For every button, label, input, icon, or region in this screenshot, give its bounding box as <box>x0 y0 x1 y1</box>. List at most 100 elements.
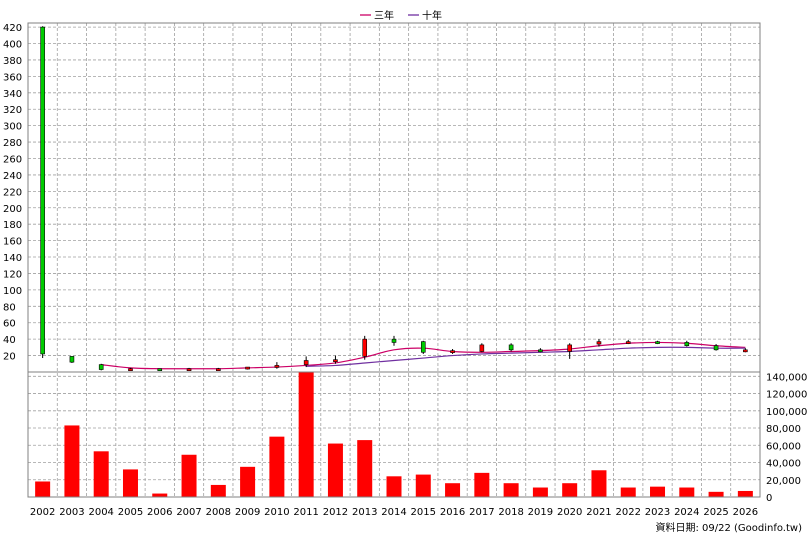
candle-body <box>274 365 280 368</box>
year-tick-label: 2021 <box>586 507 611 518</box>
volume-bar <box>737 490 753 497</box>
candle-body <box>128 368 133 372</box>
volume-bar <box>35 481 51 497</box>
year-tick-label: 2026 <box>733 507 758 518</box>
volume-bar <box>122 469 138 497</box>
price-tick-label: 60 <box>3 319 16 330</box>
candle-body <box>333 359 338 362</box>
price-tick-label: 180 <box>3 220 22 231</box>
volume-bar <box>210 484 226 497</box>
price-tick-label: 240 <box>3 171 22 182</box>
volume-bar <box>503 483 519 497</box>
price-tick-label: 140 <box>3 253 22 264</box>
year-tick-label: 2012 <box>323 507 348 518</box>
volume-tick-label: 120,000 <box>766 390 807 401</box>
year-tick-label: 2008 <box>206 507 231 518</box>
legend: 三年 十年 <box>360 9 442 22</box>
candle-body <box>362 338 368 357</box>
price-tick-label: 40 <box>3 335 16 346</box>
price-tick-label: 420 <box>3 23 22 34</box>
year-tick-label: 2014 <box>381 507 406 518</box>
volume-bar <box>240 466 256 497</box>
year-tick-label: 2024 <box>674 507 699 518</box>
price-tick-label: 20 <box>3 352 16 363</box>
year-tick-label: 2020 <box>557 507 582 518</box>
price-tick-label: 260 <box>3 154 22 165</box>
year-tick-label: 2010 <box>264 507 289 518</box>
volume-bar <box>298 372 314 497</box>
candle-body <box>186 368 192 372</box>
year-tick-label: 2022 <box>616 507 641 518</box>
candle-body <box>684 342 690 347</box>
volume-bar <box>532 487 548 497</box>
candle-body <box>69 356 75 363</box>
candle-body <box>157 368 163 372</box>
candle-body <box>743 349 748 353</box>
volume-bar <box>591 470 607 497</box>
volume-tick-label: 140,000 <box>766 372 807 383</box>
price-tick-label: 220 <box>3 187 22 198</box>
stock-chart: 三年 十年 20 40 60 80 100 120 140 160 180 200 220 240 26… <box>0 0 808 540</box>
year-tick-label: 2011 <box>293 507 318 518</box>
volume-bar <box>152 493 168 497</box>
year-tick-label: 2016 <box>440 507 465 518</box>
volume-tick-label: 0 <box>766 493 772 504</box>
price-grid <box>27 23 761 497</box>
price-tick-label: 200 <box>3 204 22 215</box>
year-tick-label: 2018 <box>498 507 523 518</box>
year-tick-label: 2025 <box>703 507 728 518</box>
volume-bar <box>620 487 636 497</box>
price-tick-label: 380 <box>3 56 22 67</box>
price-tick-label: 120 <box>3 269 22 280</box>
volume-bar <box>64 425 80 497</box>
year-tick-label: 2023 <box>645 507 670 518</box>
candle-body <box>625 341 631 344</box>
footer-source: 資料日期: 09/22 (Goodinfo.tw) <box>655 521 802 534</box>
volume-bar <box>181 454 197 497</box>
price-tick-label: 360 <box>3 72 22 83</box>
volume-bar <box>562 483 578 497</box>
volume-tick-label: 20,000 <box>766 476 801 487</box>
price-tick-label: 300 <box>3 122 22 133</box>
year-tick-label: 2006 <box>147 507 172 518</box>
chart-svg: 三年 十年 2040608010012014016018020022024026… <box>3 9 807 534</box>
year-tick-label: 2017 <box>469 507 494 518</box>
volume-bar <box>327 443 343 497</box>
candle-body <box>596 341 602 345</box>
plot-background <box>28 23 760 497</box>
price-tick-label: 400 <box>3 40 22 51</box>
candle-body <box>508 344 514 351</box>
volume-tick-label: 100,000 <box>766 407 807 418</box>
year-tick-label: 2002 <box>30 507 55 518</box>
candle-body <box>450 350 455 353</box>
volume-bar <box>474 472 490 497</box>
volume-tick-label: 80,000 <box>766 424 801 435</box>
candle-body <box>479 344 485 352</box>
volume-tick-label: 60,000 <box>766 441 801 452</box>
candle-body <box>40 26 45 355</box>
year-tick-label: 2015 <box>411 507 436 518</box>
candle-body <box>98 364 104 370</box>
volume-bar <box>679 487 695 497</box>
candle-body <box>303 360 309 365</box>
price-tick-label: 280 <box>3 138 22 149</box>
price-tick-label: 100 <box>3 286 22 297</box>
year-tick-label: 2005 <box>118 507 143 518</box>
candle-body <box>538 349 543 353</box>
candle-body <box>713 345 719 351</box>
candle-body <box>567 344 572 352</box>
candle-body <box>391 338 397 343</box>
price-tick-label: 80 <box>3 302 16 313</box>
candle-body <box>216 368 221 372</box>
legend-label-3yr: 三年 <box>374 9 394 22</box>
volume-bar <box>357 440 373 497</box>
volume-bar <box>415 474 431 497</box>
year-tick-label: 2007 <box>176 507 201 518</box>
volume-bar <box>708 491 724 497</box>
candle-body <box>420 341 426 353</box>
year-tick-label: 2013 <box>352 507 377 518</box>
legend-label-10yr: 十年 <box>422 9 442 22</box>
year-tick-label: 2003 <box>59 507 84 518</box>
price-tick-label: 340 <box>3 89 22 100</box>
year-tick-label: 2004 <box>88 507 113 518</box>
